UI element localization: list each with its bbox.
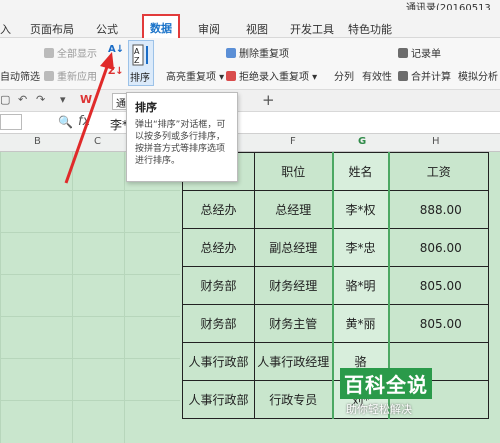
watermark-slogan: 助你轻松解决 — [346, 403, 412, 416]
tooltip-body: 弹出“排序”对话框，可以按多列或多行排序，按拼音方式等排序选项进行排序。 — [135, 120, 226, 166]
watermark: 百科全说 助你轻松解决 — [340, 368, 460, 418]
tooltip-title: 排序 — [135, 101, 157, 114]
watermark-brand: 百科全说 — [340, 368, 432, 399]
sort-tooltip: 排序 弹出“排序”对话框，可以按多列或多行排序，按拼音方式等排序选项进行排序。 — [126, 92, 238, 182]
